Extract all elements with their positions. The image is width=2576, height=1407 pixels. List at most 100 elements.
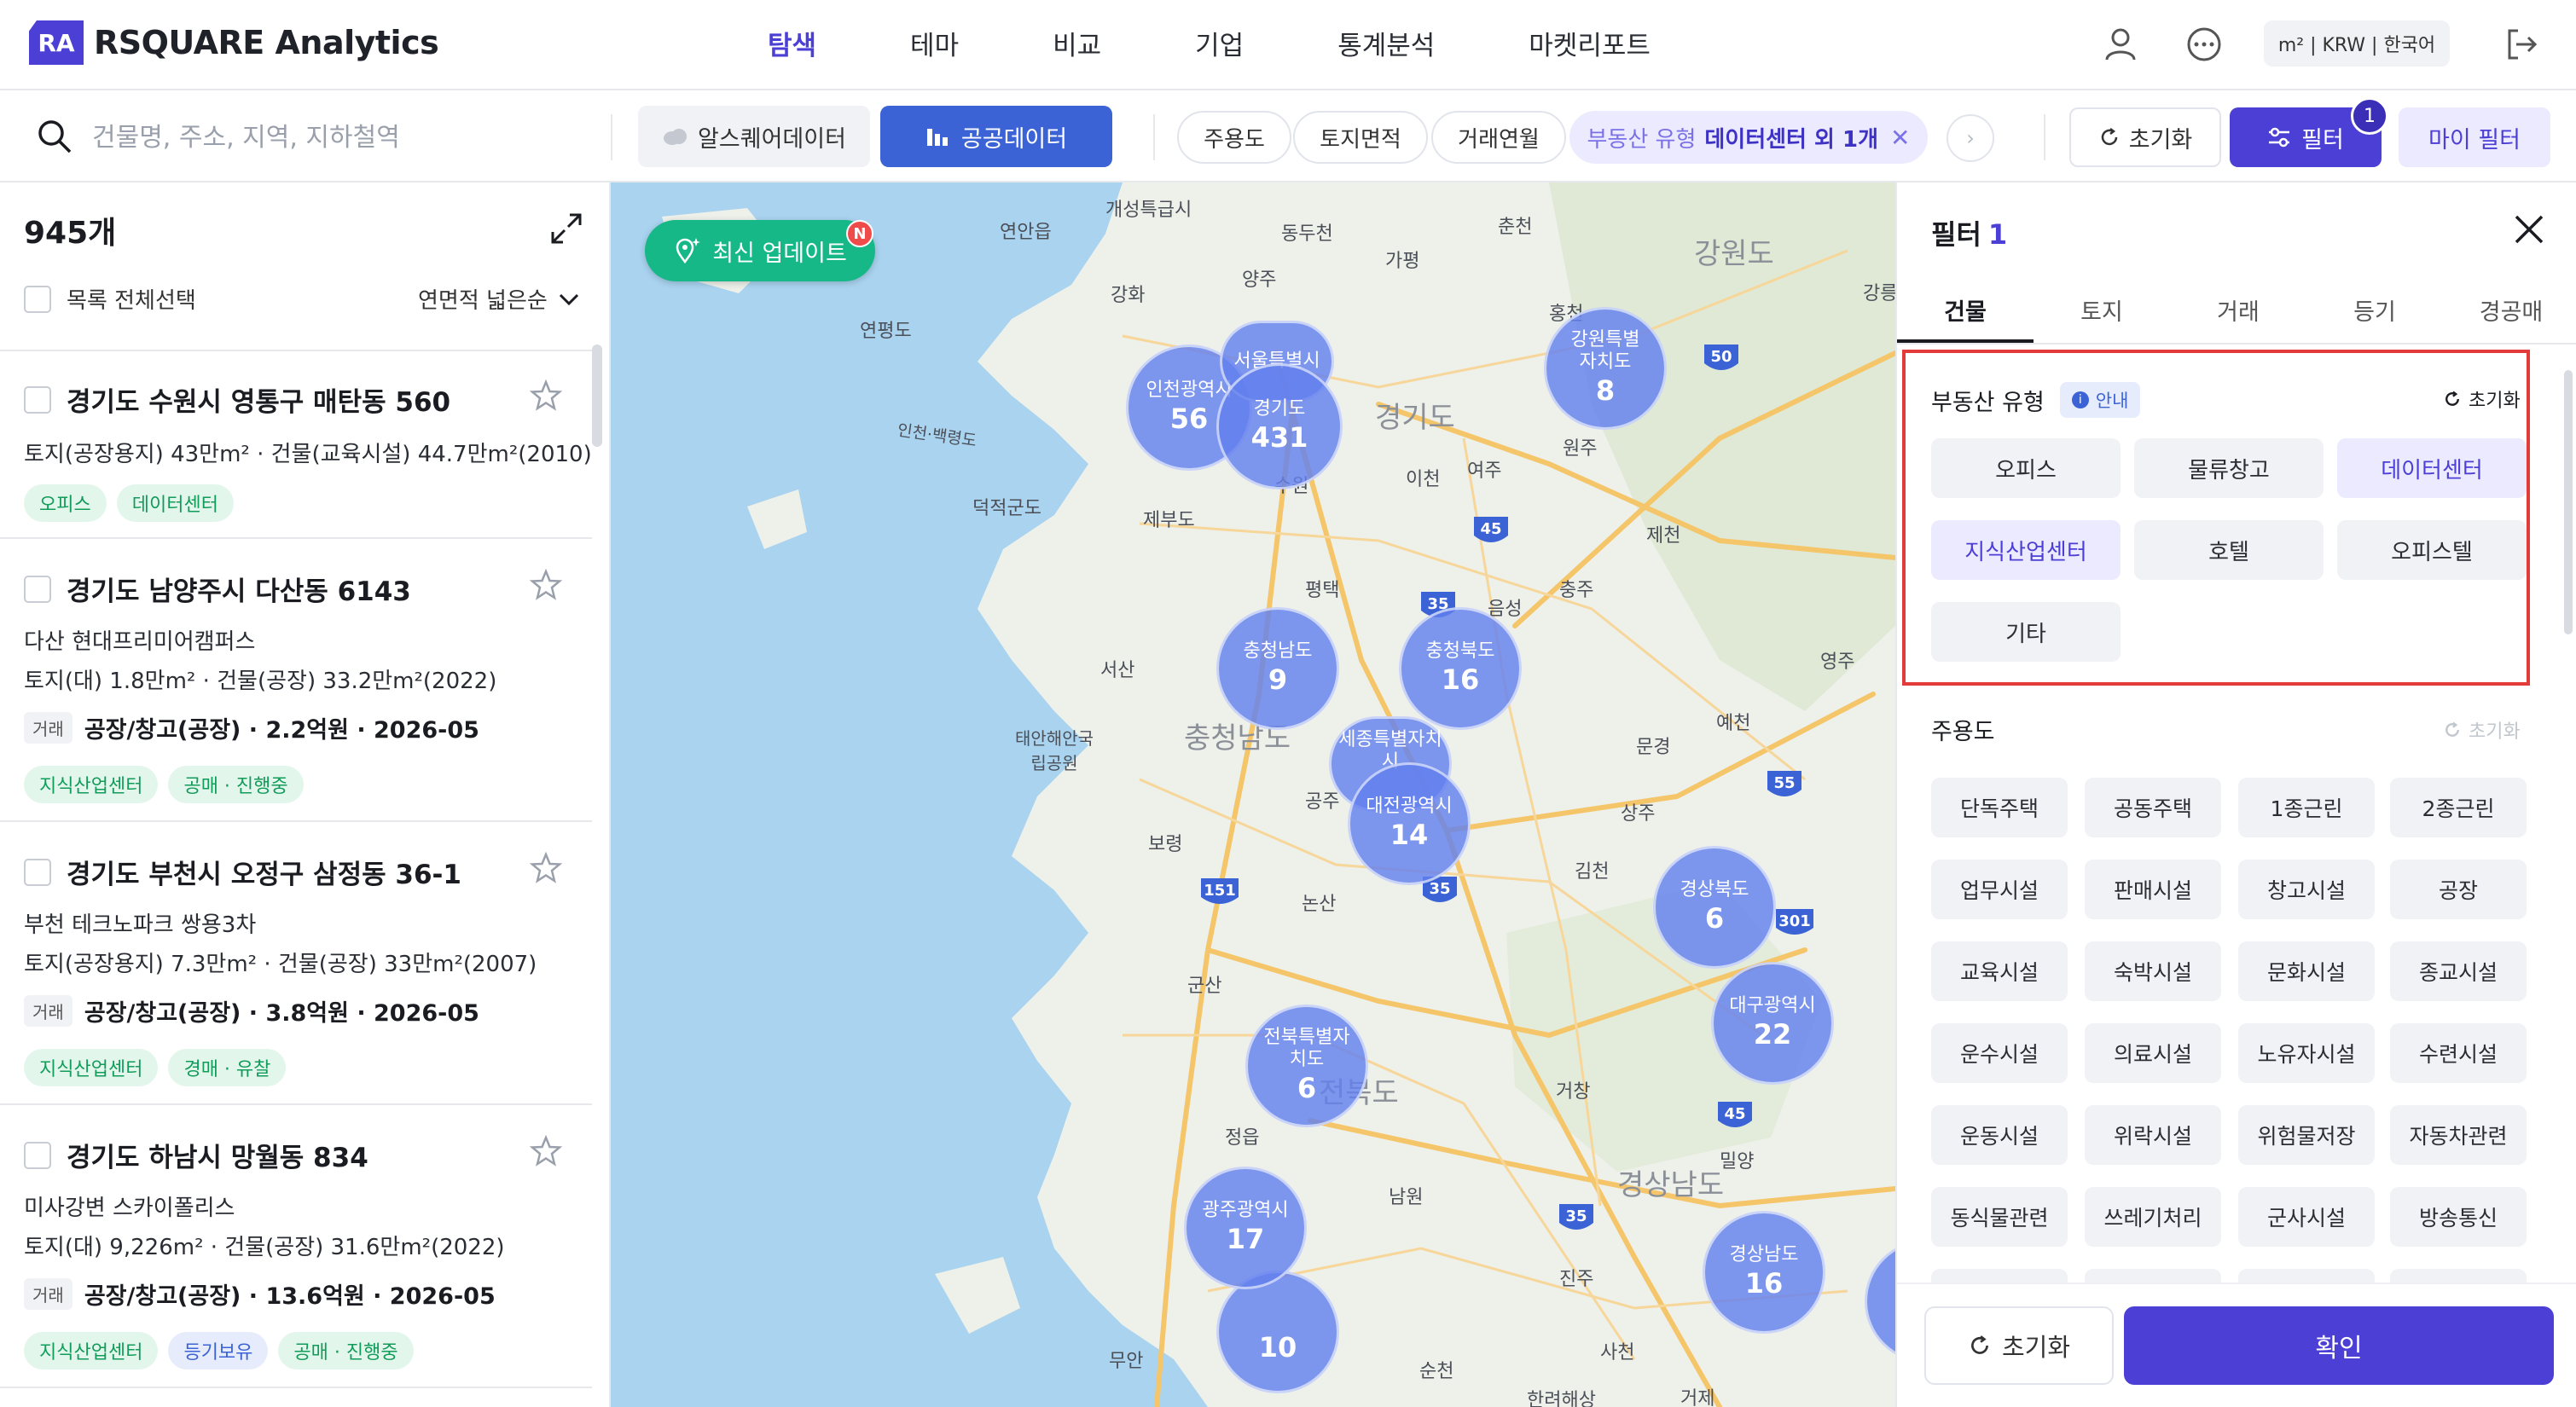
list-scrollbar[interactable] — [592, 345, 602, 447]
tab-registry[interactable]: 등기 — [2306, 293, 2443, 327]
nav-market-report[interactable]: 마켓리포트 — [1529, 24, 1651, 62]
place-label: 동두천 — [1281, 223, 1333, 245]
main-use-option[interactable]: 공동주택 — [2085, 778, 2221, 837]
option-data-center[interactable]: 데이터센터 — [2337, 438, 2527, 498]
chip-remove-icon[interactable]: ✕ — [1890, 124, 1910, 152]
star-icon[interactable] — [529, 851, 563, 885]
option-logistics[interactable]: 물류창고 — [2134, 438, 2324, 498]
tab-auction[interactable]: 경공매 — [2443, 293, 2576, 327]
nav-company[interactable]: 기업 — [1195, 24, 1244, 62]
chip-main-use[interactable]: 주용도 — [1177, 111, 1291, 164]
app-logo[interactable]: RA RSQUARE Analytics — [29, 20, 439, 65]
sort-dropdown[interactable]: 연면적 넓은순 — [418, 283, 580, 315]
map-cluster[interactable]: 전북특별자치도 6 — [1245, 1005, 1368, 1127]
main-use-option[interactable]: 창고시설 — [2238, 860, 2375, 919]
reset-filters-button[interactable]: 초기화 — [2069, 107, 2221, 167]
chip-property-type-active[interactable]: 부동산 유형 데이터센터 외 1개 ✕ — [1569, 111, 1928, 164]
list-item-checkbox[interactable] — [24, 385, 51, 414]
main-use-option[interactable]: 판매시설 — [2085, 860, 2221, 919]
map-cluster[interactable]: 충청남도 9 — [1216, 607, 1339, 730]
select-all[interactable]: 목록 전체선택 — [24, 283, 196, 315]
chip-scroll-right-icon[interactable]: › — [1947, 114, 1994, 162]
map-cluster[interactable]: 10 — [1216, 1271, 1339, 1393]
footer-reset-button[interactable]: 초기화 — [1924, 1306, 2114, 1385]
filter-panel-scrollbar[interactable] — [2564, 370, 2573, 634]
logout-icon[interactable] — [2501, 24, 2542, 65]
latest-update-button[interactable]: 최신 업데이트 — [645, 220, 875, 281]
close-icon[interactable] — [2511, 211, 2547, 247]
map-cluster[interactable]: 충청북도 16 — [1399, 607, 1522, 730]
main-use-option[interactable]: 교육시설 — [1931, 941, 2068, 1001]
main-use-option[interactable]: 2종근린 — [2390, 778, 2527, 837]
list-item-checkbox[interactable] — [24, 858, 51, 886]
main-use-reset-button[interactable]: 초기화 — [2443, 716, 2521, 744]
star-icon[interactable] — [529, 1134, 563, 1168]
confirm-button[interactable]: 확인 — [2124, 1306, 2554, 1385]
star-icon[interactable] — [529, 568, 563, 602]
nav-theme[interactable]: 테마 — [910, 24, 959, 62]
my-filter-button[interactable]: 마이 필터 — [2399, 107, 2550, 167]
list-item-spec: 토지(대) 1.8만m² · 건물(공장) 33.2만m²(2022) — [24, 669, 497, 694]
main-use-option[interactable]: 의료시설 — [2085, 1023, 2221, 1083]
list-item-checkbox[interactable] — [24, 575, 51, 603]
main-use-option[interactable]: 운수시설 — [1931, 1023, 2068, 1083]
expand-icon[interactable] — [549, 211, 583, 246]
map-cluster[interactable]: 경기도 431 — [1216, 363, 1343, 489]
tab-deal[interactable]: 거래 — [2170, 293, 2306, 327]
main-use-option[interactable]: 쓰레기처리 — [2085, 1187, 2221, 1247]
list-item[interactable]: 경기도 수원시 영통구 매탄동 560 토지(공장용지) 43만m² · 건물(… — [0, 351, 592, 539]
map-cluster[interactable]: 대구광역시 22 — [1711, 962, 1834, 1085]
option-knowledge-industry-center[interactable]: 지식산업센터 — [1931, 520, 2121, 580]
more-icon[interactable] — [2184, 24, 2225, 65]
nav-compare[interactable]: 비교 — [1053, 24, 1101, 62]
main-use-option[interactable]: 숙박시설 — [2085, 941, 2221, 1001]
place-label: 사천 — [1600, 1342, 1635, 1364]
map-cluster[interactable]: 경상남도 16 — [1703, 1211, 1825, 1334]
main-use-option[interactable]: 방송통신 — [2390, 1187, 2527, 1247]
option-etc[interactable]: 기타 — [1931, 602, 2121, 662]
main-use-option[interactable]: 종교시설 — [2390, 941, 2527, 1001]
main-use-option[interactable]: 1종근린 — [2238, 778, 2375, 837]
main-use-option[interactable]: 위락시설 — [2085, 1105, 2221, 1165]
list-item[interactable]: 경기도 남양주시 다산동 6143 다산 현대프리미어캠퍼스 토지(대) 1.8… — [0, 541, 592, 822]
map-cluster[interactable]: 대전광역시 14 — [1348, 762, 1471, 885]
property-type-reset-button[interactable]: 초기화 — [2443, 385, 2521, 413]
main-use-option[interactable]: 운동시설 — [1931, 1105, 2068, 1165]
nav-explore[interactable]: 탐색 — [768, 24, 816, 62]
public-data-button[interactable]: 공공데이터 — [880, 106, 1112, 167]
nav-statistics[interactable]: 통계분석 — [1337, 24, 1435, 62]
main-use-option[interactable]: 노유자시설 — [2238, 1023, 2375, 1083]
option-office[interactable]: 오피스 — [1931, 438, 2121, 498]
unit-language-selector[interactable]: m² | KRW | 한국어 — [2264, 20, 2450, 67]
tab-building[interactable]: 건물 — [1897, 293, 2034, 327]
list-item[interactable]: 경기도 하남시 망월동 834 미사강변 스카이폴리스 토지(대) 9,226m… — [0, 1107, 592, 1388]
list-item[interactable]: 경기도 부천시 오정구 삼정동 36-1 부천 테크노파크 쌍용3차 토지(공장… — [0, 824, 592, 1105]
main-use-option[interactable]: 수련시설 — [2390, 1023, 2527, 1083]
list-item-checkbox[interactable] — [24, 1141, 51, 1169]
main-use-option[interactable]: 문화시설 — [2238, 941, 2375, 1001]
tab-land[interactable]: 토지 — [2034, 293, 2170, 327]
select-all-checkbox[interactable] — [24, 285, 51, 313]
main-use-option[interactable]: 동식물관련 — [1931, 1187, 2068, 1247]
option-officetel[interactable]: 오피스텔 — [2337, 520, 2527, 580]
map-view[interactable]: 50 45 35 55 151 35 301 45 35 강원도 경기도 충청남… — [611, 182, 1895, 1407]
map-cluster[interactable]: 강원특별자치도 8 — [1544, 307, 1667, 430]
main-use-option[interactable]: 자동차관련 — [2390, 1105, 2527, 1165]
list-item-deal: 거래 공장/창고(공장) · 2.2억원 · 2026-05 — [24, 711, 479, 744]
main-use-option[interactable]: 군사시설 — [2238, 1187, 2375, 1247]
search-input[interactable] — [92, 116, 587, 159]
main-use-option[interactable]: 업무시설 — [1931, 860, 2068, 919]
main-use-option[interactable]: 단독주택 — [1931, 778, 2068, 837]
rsquare-data-button[interactable]: 알스퀘어데이터 — [638, 106, 870, 167]
info-button[interactable]: i 안내 — [2059, 382, 2141, 418]
main-use-option[interactable]: 위험물저장 — [2238, 1105, 2375, 1165]
option-hotel[interactable]: 호텔 — [2134, 520, 2324, 580]
list-item-spec: 토지(대) 9,226m² · 건물(공장) 31.6만m²(2022) — [24, 1235, 505, 1260]
star-icon[interactable] — [529, 379, 563, 413]
chip-deal-date[interactable]: 거래연월 — [1431, 111, 1566, 164]
map-cluster[interactable]: 경상북도 6 — [1653, 846, 1776, 969]
user-icon[interactable] — [2100, 24, 2141, 65]
chip-land-area[interactable]: 토지면적 — [1293, 111, 1428, 164]
map-cluster[interactable]: 광주광역시 17 — [1184, 1167, 1307, 1289]
main-use-option[interactable]: 공장 — [2390, 860, 2527, 919]
